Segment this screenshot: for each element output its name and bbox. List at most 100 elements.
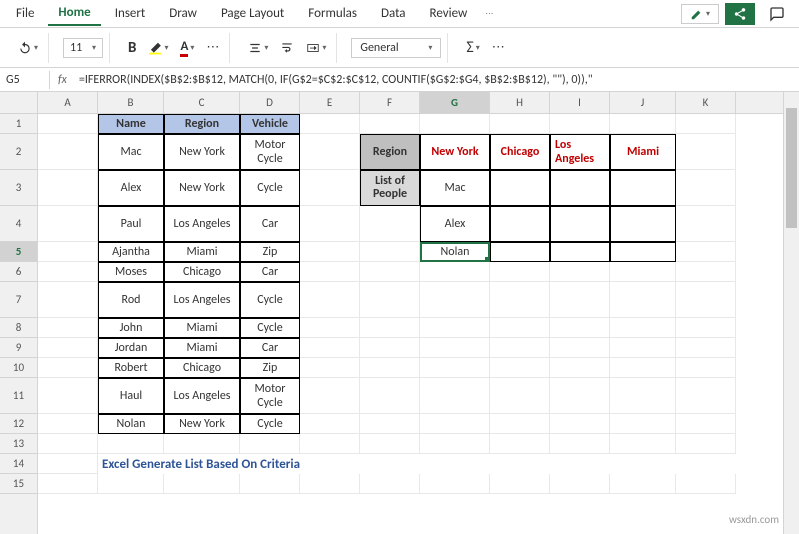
t1-cell[interactable]: Jordan bbox=[98, 338, 164, 358]
t2-cell[interactable]: Alex bbox=[420, 206, 490, 242]
t1-cell[interactable]: Los Angeles bbox=[164, 378, 240, 414]
row-header-3[interactable]: 3 bbox=[0, 170, 37, 206]
t2-cell[interactable] bbox=[550, 206, 610, 242]
t1-cell[interactable]: Car bbox=[240, 262, 300, 282]
align-center-button[interactable]: ▾ bbox=[244, 39, 272, 57]
font-more[interactable]: ⋯ bbox=[202, 38, 223, 57]
autosum-button[interactable]: Σ▾ bbox=[462, 36, 483, 59]
t1-cell[interactable]: Mac bbox=[98, 134, 164, 170]
row-header-2[interactable]: 2 bbox=[0, 134, 37, 170]
row-header-7[interactable]: 7 bbox=[0, 282, 37, 318]
col-header-i[interactable]: I bbox=[550, 92, 610, 113]
t1-cell[interactable]: Cycle bbox=[240, 282, 300, 318]
t1-cell[interactable]: Chicago bbox=[164, 358, 240, 378]
t1-cell[interactable]: Chicago bbox=[164, 262, 240, 282]
font-color-button[interactable]: A ▾ bbox=[176, 37, 198, 59]
row-header-5[interactable]: 5 bbox=[0, 242, 37, 262]
t1-cell[interactable]: Nolan bbox=[98, 414, 164, 434]
t2-region[interactable]: New York bbox=[420, 134, 490, 170]
t1-cell[interactable]: Ajantha bbox=[98, 242, 164, 262]
cell-grid[interactable]: Name Region Vehicle Mac New York Motor C… bbox=[38, 114, 799, 494]
t2-cell[interactable] bbox=[490, 170, 550, 206]
row-header-9[interactable]: 9 bbox=[0, 338, 37, 358]
t2-list-label[interactable]: List of People bbox=[360, 170, 420, 206]
t1-cell[interactable]: Miami bbox=[164, 318, 240, 338]
share-button[interactable] bbox=[725, 3, 755, 25]
wrap-text-button[interactable] bbox=[276, 39, 298, 57]
font-size-input[interactable]: 11▾ bbox=[63, 38, 103, 58]
caption-text[interactable]: Excel Generate List Based On Criteria bbox=[98, 454, 358, 474]
col-header-b[interactable]: B bbox=[98, 92, 164, 113]
menu-insert[interactable]: Insert bbox=[105, 2, 156, 25]
menu-page-layout[interactable]: Page Layout bbox=[211, 2, 294, 25]
formula-input[interactable]: =IFERROR(INDEX($B$2:$B$12, MATCH(0, IF(G… bbox=[75, 71, 799, 89]
t2-region[interactable]: Los Angeles bbox=[550, 134, 610, 170]
selected-cell-g5[interactable]: Nolan bbox=[420, 242, 490, 262]
t1-header-region[interactable]: Region bbox=[164, 114, 240, 134]
t1-cell[interactable]: Haul bbox=[98, 378, 164, 414]
row-header-6[interactable]: 6 bbox=[0, 262, 37, 282]
t1-cell[interactable]: New York bbox=[164, 170, 240, 206]
comments-button[interactable] bbox=[761, 2, 793, 26]
t2-cell[interactable] bbox=[490, 242, 550, 262]
t1-cell[interactable]: Motor Cycle bbox=[240, 378, 300, 414]
row-header-13[interactable]: 13 bbox=[0, 434, 37, 454]
col-header-e[interactable]: E bbox=[300, 92, 360, 113]
t1-cell[interactable]: Cycle bbox=[240, 414, 300, 434]
row-header-4[interactable]: 4 bbox=[0, 206, 37, 242]
menu-home[interactable]: Home bbox=[48, 1, 100, 26]
toolbar-more[interactable]: ⋯ bbox=[488, 38, 509, 57]
t2-cell[interactable] bbox=[550, 242, 610, 262]
t2-cell[interactable]: Mac bbox=[420, 170, 490, 206]
t2-region-label[interactable]: Region bbox=[360, 134, 420, 170]
row-header-8[interactable]: 8 bbox=[0, 318, 37, 338]
t1-cell[interactable]: Car bbox=[240, 338, 300, 358]
menu-formulas[interactable]: Formulas bbox=[298, 2, 367, 25]
t2-cell[interactable] bbox=[610, 206, 676, 242]
menu-data[interactable]: Data bbox=[371, 2, 416, 25]
fill-color-button[interactable]: ▾ bbox=[144, 39, 172, 57]
t1-cell[interactable]: Car bbox=[240, 206, 300, 242]
cell-reference-box[interactable]: G5 bbox=[0, 71, 50, 89]
fx-icon[interactable]: fx bbox=[50, 73, 75, 87]
t1-cell[interactable]: Miami bbox=[164, 242, 240, 262]
t1-cell[interactable]: Moses bbox=[98, 262, 164, 282]
t1-cell[interactable]: New York bbox=[164, 134, 240, 170]
col-header-g[interactable]: G bbox=[420, 92, 490, 113]
t1-cell[interactable]: Los Angeles bbox=[164, 206, 240, 242]
t1-cell[interactable]: John bbox=[98, 318, 164, 338]
t1-header-name[interactable]: Name bbox=[98, 114, 164, 134]
merge-button[interactable]: ▾ bbox=[302, 39, 330, 57]
t2-cell[interactable] bbox=[490, 206, 550, 242]
col-header-j[interactable]: J bbox=[610, 92, 676, 113]
row-header-14[interactable]: 14 bbox=[0, 454, 37, 474]
row-header-15[interactable]: 15 bbox=[0, 474, 37, 494]
t2-cell[interactable] bbox=[610, 170, 676, 206]
col-header-c[interactable]: C bbox=[164, 92, 240, 113]
t1-cell[interactable]: Miami bbox=[164, 338, 240, 358]
t1-cell[interactable]: Zip bbox=[240, 358, 300, 378]
col-header-h[interactable]: H bbox=[490, 92, 550, 113]
scrollbar-thumb[interactable] bbox=[786, 108, 797, 228]
t1-cell[interactable]: Cycle bbox=[240, 170, 300, 206]
t1-cell[interactable]: Zip bbox=[240, 242, 300, 262]
row-header-1[interactable]: 1 bbox=[0, 114, 37, 134]
col-header-f[interactable]: F bbox=[360, 92, 420, 113]
t1-cell[interactable]: Rod bbox=[98, 282, 164, 318]
t1-cell[interactable]: Paul bbox=[98, 206, 164, 242]
t2-cell[interactable] bbox=[550, 170, 610, 206]
undo-button[interactable]: ▾ bbox=[14, 39, 42, 57]
t1-header-vehicle[interactable]: Vehicle bbox=[240, 114, 300, 134]
t1-cell[interactable]: Los Angeles bbox=[164, 282, 240, 318]
bold-button[interactable]: B bbox=[124, 37, 140, 59]
t1-cell[interactable]: Motor Cycle bbox=[240, 134, 300, 170]
menu-review[interactable]: Review bbox=[420, 2, 478, 25]
vertical-scrollbar[interactable] bbox=[783, 92, 799, 534]
t1-cell[interactable]: Cycle bbox=[240, 318, 300, 338]
t2-region[interactable]: Chicago bbox=[490, 134, 550, 170]
col-header-k[interactable]: K bbox=[676, 92, 736, 113]
col-header-a[interactable]: A bbox=[38, 92, 98, 113]
pen-button[interactable]: ▾ bbox=[681, 4, 719, 24]
row-header-11[interactable]: 11 bbox=[0, 378, 37, 414]
select-all-cell[interactable] bbox=[0, 92, 37, 114]
